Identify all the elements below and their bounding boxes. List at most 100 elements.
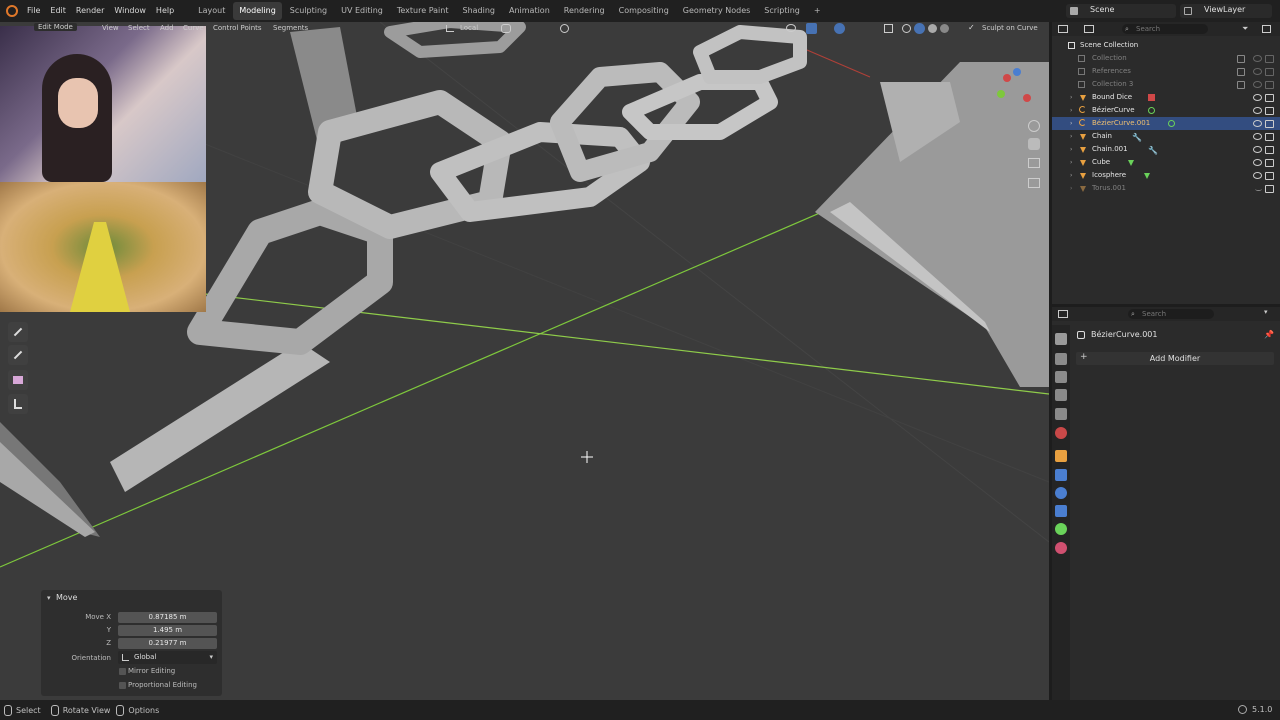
tab-geometry-nodes[interactable]: Geometry Nodes: [677, 2, 756, 20]
navigation-gizmo[interactable]: [995, 64, 1035, 104]
move-x-field[interactable]: 0.87185 m: [118, 612, 217, 623]
visibility-eye-icon[interactable]: [1253, 107, 1262, 114]
physics-tab-icon[interactable]: [1055, 505, 1067, 517]
visibility-eye-icon[interactable]: [1253, 120, 1262, 127]
filter-icon[interactable]: ⏷: [1242, 24, 1248, 34]
new-collection-icon[interactable]: [1262, 25, 1271, 33]
add-modifier-button[interactable]: + Add Modifier: [1076, 352, 1274, 365]
outliner-item-bound-dice[interactable]: › Bound Dice: [1052, 91, 1280, 104]
display-mode-icon[interactable]: [1084, 25, 1094, 33]
tool-extrude[interactable]: [8, 394, 28, 414]
tab-texture-paint[interactable]: Texture Paint: [391, 2, 455, 20]
gizmo-toggle-icon[interactable]: [806, 23, 817, 34]
shading-rendered-icon[interactable]: [940, 24, 949, 33]
outliner-item-icosphere[interactable]: › Icosphere: [1052, 169, 1280, 182]
shading-wireframe-icon[interactable]: [902, 24, 911, 33]
tool-pen[interactable]: [8, 345, 28, 365]
mode-selector[interactable]: Edit Mode: [34, 23, 77, 31]
menu-select[interactable]: Select: [128, 24, 150, 32]
editor-type-icon[interactable]: [1058, 25, 1068, 33]
pin-icon[interactable]: 📌: [1264, 330, 1274, 339]
orientation-dropdown[interactable]: Global ▾: [118, 651, 217, 664]
editor-type-icon[interactable]: [1058, 310, 1068, 318]
menu-add[interactable]: Add: [160, 24, 174, 32]
menu-window[interactable]: Window: [109, 0, 151, 22]
move-z-field[interactable]: 0.21977 m: [118, 638, 217, 649]
outliner-item-cube[interactable]: › Cube: [1052, 156, 1280, 169]
gizmo-x-icon[interactable]: [1003, 74, 1011, 82]
scene-selector[interactable]: Scene: [1066, 4, 1176, 18]
tab-modeling[interactable]: Modeling: [233, 2, 282, 20]
camera-view-icon[interactable]: [1028, 158, 1040, 168]
outliner-item-beziercurve-001[interactable]: › BézierCurve.001: [1052, 117, 1280, 130]
render-camera-icon[interactable]: [1265, 159, 1274, 167]
blender-logo-icon[interactable]: [6, 5, 18, 17]
mirror-editing-checkbox[interactable]: [119, 668, 126, 675]
outliner-item-torus-001[interactable]: › Torus.001: [1052, 182, 1280, 195]
expand-arrow-icon[interactable]: ›: [1070, 143, 1072, 156]
render-camera-icon[interactable]: [1265, 68, 1274, 76]
outliner-root[interactable]: Scene Collection: [1052, 39, 1280, 52]
tab-uv-editing[interactable]: UV Editing: [335, 2, 389, 20]
tab-shading[interactable]: Shading: [456, 2, 501, 20]
world-tab-icon[interactable]: [1055, 427, 1067, 439]
outliner-item-chain[interactable]: › Chain 🔧: [1052, 130, 1280, 143]
output-tab-icon[interactable]: [1055, 371, 1067, 383]
render-camera-icon[interactable]: [1265, 55, 1274, 63]
render-camera-icon[interactable]: [1265, 185, 1274, 193]
tab-sculpting[interactable]: Sculpting: [284, 2, 333, 20]
render-camera-icon[interactable]: [1265, 146, 1274, 154]
visibility-eye-icon[interactable]: [1253, 68, 1262, 75]
move-y-field[interactable]: 1.495 m: [118, 625, 217, 636]
object-tab-icon[interactable]: [1055, 450, 1067, 462]
transform-orientation-dropdown[interactable]: Local: [446, 23, 496, 34]
render-camera-icon[interactable]: [1265, 120, 1274, 128]
zoom-icon[interactable]: [1028, 120, 1040, 132]
tool-erase[interactable]: [8, 370, 28, 390]
collapse-arrow-icon[interactable]: ▾: [47, 594, 51, 602]
visibility-eye-icon[interactable]: [1253, 94, 1262, 101]
options-dropdown-icon[interactable]: ▾: [1264, 308, 1268, 316]
particles-tab-icon[interactable]: [1055, 487, 1067, 499]
tab-animation[interactable]: Animation: [503, 2, 556, 20]
exclude-checkbox[interactable]: [1237, 55, 1245, 63]
expand-arrow-icon[interactable]: ›: [1070, 156, 1072, 169]
gizmo-z-icon[interactable]: [1013, 68, 1021, 76]
expand-arrow-icon[interactable]: ›: [1070, 104, 1072, 117]
render-camera-icon[interactable]: [1265, 94, 1274, 102]
tab-compositing[interactable]: Compositing: [613, 2, 675, 20]
view-layer-tab-icon[interactable]: [1055, 389, 1067, 401]
render-camera-icon[interactable]: [1265, 81, 1274, 89]
overlay-toggle-icon[interactable]: [834, 23, 845, 34]
menu-view[interactable]: View: [102, 24, 119, 32]
visibility-eye-icon[interactable]: [1253, 55, 1262, 62]
proportional-icon[interactable]: [560, 24, 569, 33]
material-tab-icon[interactable]: [1055, 542, 1067, 554]
gizmo-y-icon[interactable]: [997, 90, 1005, 98]
scene-tab-icon[interactable]: [1055, 408, 1067, 420]
data-tab-icon[interactable]: [1055, 523, 1067, 535]
menu-curve[interactable]: Curve: [183, 24, 204, 32]
sculpt-on-curve-checkbox[interactable]: ✓ Sculpt on Curve: [968, 23, 1046, 34]
shading-material-icon[interactable]: [928, 24, 937, 33]
perspective-grid-icon[interactable]: [1028, 178, 1040, 188]
expand-arrow-icon[interactable]: ›: [1070, 130, 1072, 143]
visibility-eye-icon[interactable]: [1253, 81, 1262, 88]
outliner-item-chain-001[interactable]: › Chain.001 🔧: [1052, 143, 1280, 156]
view-layer-selector[interactable]: ViewLayer: [1180, 4, 1272, 18]
expand-arrow-icon[interactable]: ›: [1070, 91, 1072, 104]
modifier-tab-icon[interactable]: [1055, 469, 1067, 481]
properties-search-input[interactable]: ⌕ Search: [1128, 309, 1214, 319]
outliner-item-beziercurve[interactable]: › BézierCurve: [1052, 104, 1280, 117]
menu-render[interactable]: Render: [71, 0, 109, 22]
render-camera-icon[interactable]: [1265, 172, 1274, 180]
exclude-checkbox[interactable]: [1237, 81, 1245, 89]
gizmo-negx-icon[interactable]: [1023, 94, 1031, 102]
tab-layout[interactable]: Layout: [192, 2, 231, 20]
expand-arrow-icon[interactable]: ›: [1070, 182, 1072, 195]
shading-solid-icon[interactable]: [914, 23, 925, 34]
pan-hand-icon[interactable]: [1028, 138, 1040, 150]
expand-arrow-icon[interactable]: ›: [1070, 117, 1072, 130]
add-workspace-button[interactable]: +: [808, 2, 827, 20]
visibility-eye-icon[interactable]: [1253, 146, 1262, 153]
